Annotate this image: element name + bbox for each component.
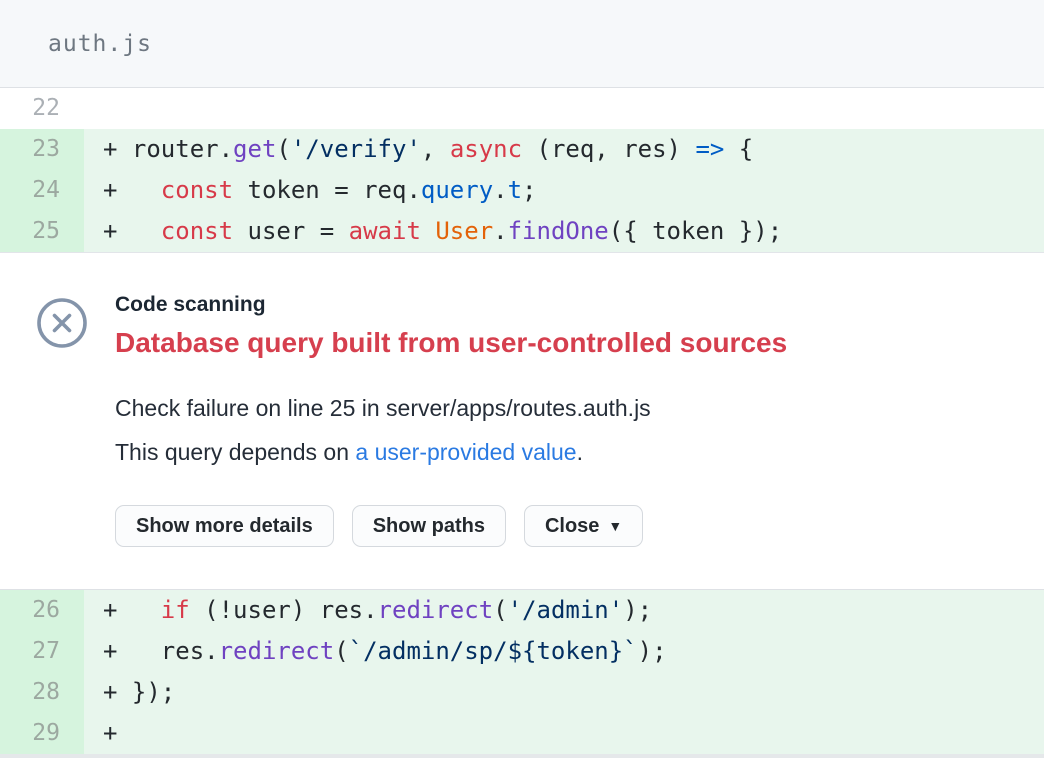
code-line: + res.redirect(`/admin/sp/${token}`);	[84, 631, 1044, 672]
show-paths-button[interactable]: Show paths	[352, 505, 506, 547]
code-token: '/admin'	[508, 596, 624, 624]
code-token: '/verify'	[291, 135, 421, 163]
diff-row: 24+ const token = req.query.t;	[0, 170, 1044, 211]
code-token: (req, res)	[522, 135, 695, 163]
code-token: ,	[421, 135, 450, 163]
code-line: + if (!user) res.redirect('/admin');	[84, 590, 1044, 631]
button-label: Show more details	[136, 515, 313, 538]
show-more-details-button[interactable]: Show more details	[115, 505, 334, 547]
alert-sentence: This query depends on a user-provided va…	[115, 438, 1004, 466]
code-token: const	[161, 176, 233, 204]
diff-row: 22	[0, 88, 1044, 129]
code-token: +	[103, 217, 161, 245]
code-token: redirect	[378, 596, 494, 624]
alert-actions: Show more details Show paths Close ▼	[115, 505, 1004, 547]
x-circle-icon	[36, 297, 88, 349]
line-number: 28	[0, 672, 84, 713]
diff-row: 29 +	[0, 713, 1044, 754]
code-line: +	[84, 713, 1044, 754]
code-token: t	[508, 176, 522, 204]
diff-row: 27+ res.redirect(`/admin/sp/${token}`);	[0, 631, 1044, 672]
line-number: 26	[0, 590, 84, 631]
code-token: (	[276, 135, 290, 163]
code-token: if	[161, 596, 190, 624]
code-token: get	[233, 135, 276, 163]
code-token: redirect	[219, 637, 335, 665]
code-token: query	[421, 176, 493, 204]
alert-detail: Check failure on line 25 in server/apps/…	[115, 394, 1004, 422]
line-number: 22	[0, 88, 84, 129]
file-name: auth.js	[48, 31, 152, 57]
code-token: token = req.	[233, 176, 421, 204]
dropdown-caret-icon: ▼	[608, 518, 622, 534]
code-token: findOne	[508, 217, 609, 245]
code-token: =>	[695, 135, 724, 163]
line-number: 29	[0, 713, 84, 754]
code-token: const	[161, 217, 233, 245]
button-label: Show paths	[373, 515, 485, 538]
code-token: User	[435, 217, 493, 245]
code-token: + });	[103, 678, 175, 706]
code-token	[421, 217, 435, 245]
code-token: (	[493, 596, 507, 624]
code-token: .	[493, 176, 507, 204]
line-number: 23	[0, 129, 84, 170]
code-token: ;	[522, 176, 536, 204]
code-token: +	[103, 176, 161, 204]
line-number: 24	[0, 170, 84, 211]
code-token: {	[724, 135, 753, 163]
code-token: +	[103, 719, 117, 747]
code-token: + res.	[103, 637, 219, 665]
code-token: user =	[233, 217, 349, 245]
diff-row: 28 + });	[0, 672, 1044, 713]
diff-file-header: auth.js	[0, 0, 1044, 88]
code-line: + });	[84, 672, 1044, 713]
code-line: + const user = await User.findOne({ toke…	[84, 211, 1044, 252]
code-scanning-alert: Code scanning Database query built from …	[0, 252, 1044, 590]
line-number: 25	[0, 211, 84, 252]
close-button[interactable]: Close ▼	[524, 505, 643, 547]
user-provided-value-link[interactable]: a user-provided value	[355, 439, 576, 465]
code-token: .	[493, 217, 507, 245]
alert-kicker: Code scanning	[115, 292, 1004, 317]
code-token: );	[638, 637, 667, 665]
code-token: (!user) res.	[190, 596, 378, 624]
code-line: + router.get('/verify', async (req, res)…	[84, 129, 1044, 170]
alert-title: Database query built from user-controlle…	[115, 326, 1004, 360]
diff-top-block: 2223+ router.get('/verify', async (req, …	[0, 88, 1044, 252]
line-number: 27	[0, 631, 84, 672]
code-token: (	[334, 637, 348, 665]
diff-row: 23+ router.get('/verify', async (req, re…	[0, 129, 1044, 170]
sentence-prefix: This query depends on	[115, 439, 355, 465]
code-token: ({ token });	[609, 217, 782, 245]
code-line	[84, 88, 1044, 129]
sentence-suffix: .	[577, 439, 583, 465]
code-token: + router.	[103, 135, 233, 163]
diff-row: 26+ if (!user) res.redirect('/admin');	[0, 590, 1044, 631]
code-token: async	[450, 135, 522, 163]
code-token: +	[103, 596, 161, 624]
code-token: `/admin/sp/${token}`	[349, 637, 638, 665]
diff-row: 25+ const user = await User.findOne({ to…	[0, 211, 1044, 252]
code-token: );	[623, 596, 652, 624]
button-label: Close	[545, 515, 599, 538]
code-line: + const token = req.query.t;	[84, 170, 1044, 211]
code-token: await	[349, 217, 421, 245]
bottom-divider	[0, 754, 1044, 758]
diff-bottom-block: 26+ if (!user) res.redirect('/admin');27…	[0, 590, 1044, 754]
